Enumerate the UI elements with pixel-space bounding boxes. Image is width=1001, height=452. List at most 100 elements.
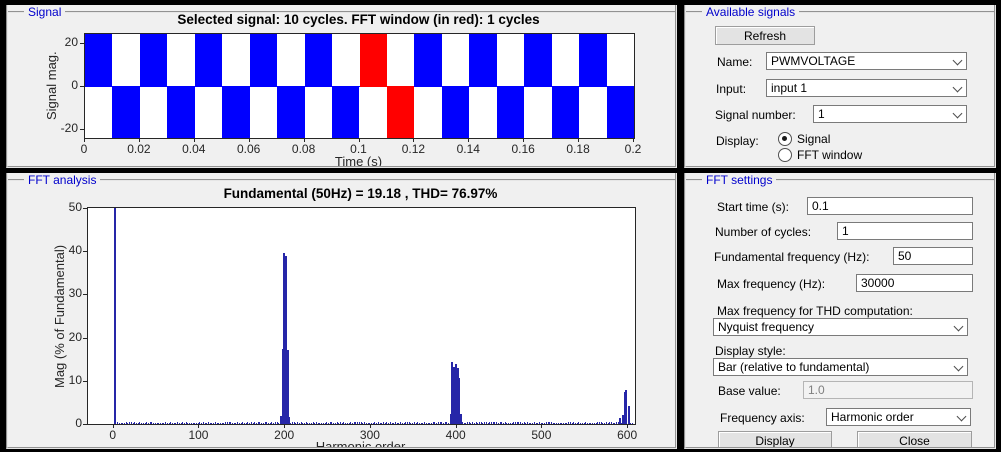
chevron-down-icon: [954, 322, 964, 332]
signal-number-dropdown-value: 1: [818, 107, 825, 121]
signal-wave-segment: [552, 86, 579, 138]
fft-bar: [628, 406, 630, 424]
signal-wave-segment: [250, 34, 277, 86]
radio-button-icon: [778, 148, 792, 162]
available-signals-panel: Available signals Refresh Name: PWMVOLTA…: [684, 5, 996, 168]
x-tick-label: 500: [519, 428, 563, 442]
fft-analysis-tool-window: { "panels": { "signal": { "legend": "Sig…: [0, 0, 1001, 452]
x-tick-label: 300: [348, 428, 392, 442]
x-tick-label: 600: [605, 428, 649, 442]
signal-wave-segment: [414, 34, 441, 86]
chevron-down-icon: [954, 362, 964, 372]
signal-number-dropdown[interactable]: 1: [813, 105, 967, 123]
name-label: Name:: [717, 55, 752, 69]
start-time-label: Start time (s):: [717, 200, 789, 214]
max-frequency-label: Max frequency (Hz):: [717, 277, 825, 291]
signal-wave-segment: [469, 34, 496, 86]
y-tick-label: 0: [46, 78, 78, 92]
frequency-axis-value: Harmonic order: [831, 410, 914, 424]
x-tick-label: 0: [91, 428, 135, 442]
display-button[interactable]: Display: [718, 431, 832, 449]
frequency-axis-label: Frequency axis:: [720, 411, 805, 425]
close-button[interactable]: Close: [857, 431, 972, 449]
signal-wave-segment: [497, 86, 524, 138]
y-tick-label: 20: [54, 330, 82, 344]
signal-wave-segment: [277, 86, 304, 138]
signal-number-label: Signal number:: [715, 108, 796, 122]
signal-wave-segment: [607, 86, 634, 138]
y-tick-label: -20: [46, 121, 78, 135]
signal-plot-title: Selected signal: 10 cycles. FFT window (…: [84, 12, 633, 27]
x-tick-label: 0.08: [284, 142, 324, 156]
x-tick-label: 0: [64, 142, 104, 156]
x-tick-label: 0.04: [174, 142, 214, 156]
input-dropdown-value: input 1: [771, 81, 807, 95]
fft-y-axis-label: Mag (% of Fundamental): [52, 207, 67, 425]
y-tick-label: 30: [54, 286, 82, 300]
display-radio-signal[interactable]: Signal: [778, 132, 830, 146]
base-value-field: 1.0: [803, 381, 973, 399]
fft-settings-panel: FFT settings Start time (s): 0.1 Number …: [684, 173, 996, 449]
x-tick-label: 200: [262, 428, 306, 442]
signal-wave-segment: [222, 86, 249, 138]
signal-wave-segment: [85, 34, 112, 86]
signal-wave-segment: [305, 34, 332, 86]
x-tick-label: 0.1: [339, 142, 379, 156]
frequency-axis-dropdown[interactable]: Harmonic order: [826, 408, 971, 426]
fundamental-frequency-label: Fundamental frequency (Hz):: [714, 250, 869, 264]
fft-bar: [114, 208, 116, 424]
y-tick-label: 50: [54, 200, 82, 214]
start-time-field[interactable]: 0.1: [807, 197, 973, 215]
x-tick-label: 0.12: [393, 142, 433, 156]
signal-wave-segment: [140, 34, 167, 86]
signal-wave-segment: [579, 34, 606, 86]
base-value-label: Base value:: [718, 384, 781, 398]
y-tick-label: 20: [46, 35, 78, 49]
y-tick-label: 0: [54, 416, 82, 430]
signal-plot: [84, 33, 635, 139]
x-tick-label: 100: [176, 428, 220, 442]
signal-wave-segment: [442, 86, 469, 138]
display-style-value: Bar (relative to fundamental): [718, 360, 869, 374]
x-tick-label: 400: [434, 428, 478, 442]
display-label: Display:: [716, 134, 759, 148]
chevron-down-icon: [953, 83, 963, 93]
fft-bar: [460, 414, 462, 424]
refresh-button[interactable]: Refresh: [715, 26, 815, 45]
x-tick-label: 0.06: [229, 142, 269, 156]
name-dropdown-value: PWMVOLTAGE: [771, 54, 855, 68]
signal-wave-segment: [167, 86, 194, 138]
radio-button-icon: [778, 132, 792, 146]
signal-wave-segment: [360, 34, 387, 86]
display-radio-fft-window[interactable]: FFT window: [778, 148, 862, 162]
fundamental-frequency-field[interactable]: 50: [893, 247, 973, 265]
max-frequency-field[interactable]: 30000: [856, 274, 973, 292]
thd-max-frequency-value: Nyquist frequency: [718, 320, 814, 334]
signal-panel: Signal Selected signal: 10 cycles. FFT w…: [6, 5, 677, 168]
chevron-down-icon: [953, 109, 963, 119]
name-dropdown[interactable]: PWMVOLTAGE: [766, 52, 967, 70]
signal-wave-segment: [524, 34, 551, 86]
thd-max-frequency-label: Max frequency for THD computation:: [717, 304, 913, 318]
y-tick-label: 10: [54, 373, 82, 387]
display-style-dropdown[interactable]: Bar (relative to fundamental): [713, 358, 968, 376]
number-of-cycles-field[interactable]: 1: [837, 222, 973, 240]
x-tick-label: 0.16: [503, 142, 543, 156]
signal-wave-segment: [387, 86, 414, 138]
fft-bar: [287, 350, 289, 424]
fft-noise-bar: [632, 423, 633, 424]
x-tick-label: 0.02: [119, 142, 159, 156]
fft-plot: [87, 207, 636, 425]
signal-wave-segment: [332, 86, 359, 138]
input-dropdown[interactable]: input 1: [766, 79, 967, 97]
thd-max-frequency-dropdown[interactable]: Nyquist frequency: [713, 318, 968, 336]
x-tick-label: 0.18: [558, 142, 598, 156]
chevron-down-icon: [953, 56, 963, 66]
signal-wave-segment: [195, 34, 222, 86]
fft-analysis-panel: FFT analysis Fundamental (50Hz) = 19.18 …: [6, 173, 677, 449]
number-of-cycles-label: Number of cycles:: [715, 225, 811, 239]
chevron-down-icon: [957, 412, 967, 422]
x-tick-label: 0.2: [613, 142, 653, 156]
signal-x-axis-label: Time (s): [84, 154, 633, 168]
fft-settings-legend: FFT settings: [702, 173, 776, 187]
